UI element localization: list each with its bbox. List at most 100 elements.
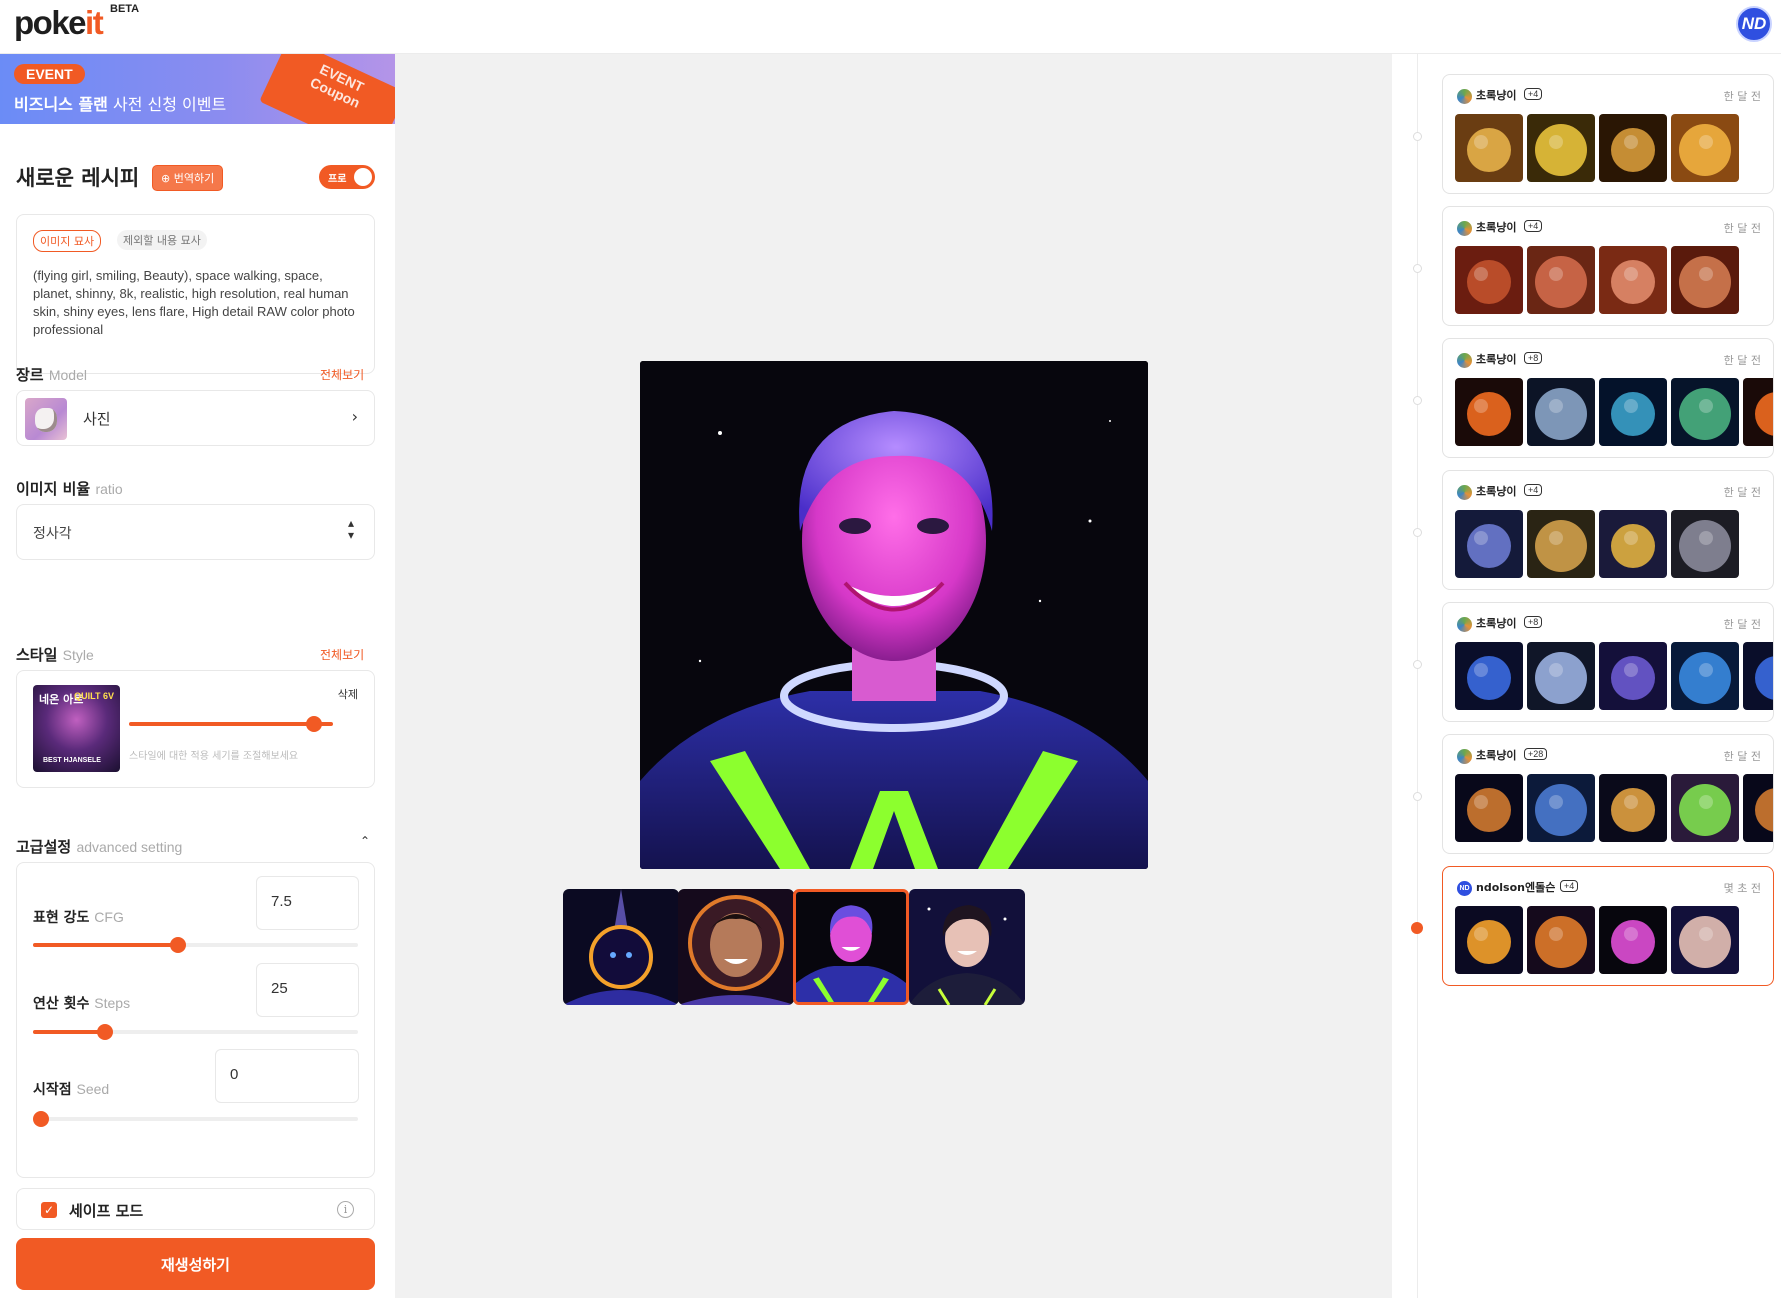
history-image-thumb[interactable] [1671, 510, 1739, 578]
style-strength-knob[interactable] [306, 716, 322, 732]
tab-image-description[interactable]: 이미지 묘사 [33, 230, 102, 252]
ratio-select[interactable]: 정사각 ▴ ▾ [16, 504, 375, 560]
history-image-thumb[interactable] [1599, 378, 1667, 446]
history-image-thumb[interactable] [1599, 642, 1667, 710]
history-card[interactable]: 초록냥이 +4 한 달 전 [1442, 206, 1774, 326]
chevron-updown-icon: ▴ ▾ [347, 516, 354, 542]
history-image-thumb[interactable] [1743, 642, 1773, 710]
safe-mode-checkbox[interactable]: ✓ [41, 1202, 57, 1218]
collapse-caret-icon[interactable]: ⌃ [360, 834, 370, 848]
style-hint: 스타일에 대한 적용 세기를 조절해보세요 [129, 751, 299, 762]
safe-mode-row: ✓ 세이프 모드 i [16, 1188, 375, 1230]
style-label: 스타일 Style [16, 646, 94, 664]
history-image-thumb[interactable] [1671, 642, 1739, 710]
pro-toggle-label: 프로 [328, 174, 347, 185]
seed-slider[interactable] [33, 1111, 358, 1127]
history-image-thumb[interactable] [1455, 378, 1523, 446]
variation-thumb[interactable] [563, 889, 679, 1005]
history-timestamp: 한 달 전 [1723, 618, 1761, 631]
history-image-thumb[interactable] [1599, 774, 1667, 842]
history-card[interactable]: 초록냥이 +4 한 달 전 [1442, 470, 1774, 590]
user-avatar-icon [1457, 485, 1472, 500]
steps-slider-knob[interactable] [97, 1024, 113, 1040]
regenerate-button[interactable]: 재생성하기 [16, 1238, 375, 1290]
pokeit-logo[interactable]: pokeit [14, 4, 104, 42]
prompt-textarea[interactable]: (flying girl, smiling, Beauty), space wa… [33, 267, 363, 339]
info-icon[interactable]: i [337, 1201, 354, 1218]
history-image-thumb[interactable] [1455, 510, 1523, 578]
history-image-thumb[interactable] [1527, 246, 1595, 314]
history-card[interactable]: 초록냥이 +8 한 달 전 [1442, 602, 1774, 722]
history-image-thumb[interactable] [1527, 378, 1595, 446]
steps-input[interactable]: 25 [256, 963, 359, 1017]
event-badge: EVENT [14, 64, 85, 84]
style-box: 네온 아트 QUILT 6V BEST HJANSELE 삭제 스타일에 대한 … [16, 670, 375, 788]
model-see-all-link[interactable]: 전체보기 [320, 366, 364, 383]
history-user-name: 초록냥이 [1476, 221, 1517, 234]
variation-thumb[interactable] [909, 889, 1025, 1005]
history-image-thumb[interactable] [1599, 246, 1667, 314]
translate-button[interactable]: ⊕ 번역하기 [152, 165, 224, 191]
history-user-name: 초록냥이 [1476, 749, 1517, 762]
history-image-thumb[interactable] [1671, 378, 1739, 446]
history-user-name: 초록냥이 [1476, 485, 1517, 498]
history-image-thumb[interactable] [1671, 906, 1739, 974]
model-select[interactable]: 사진 › [16, 390, 375, 446]
style-delete-button[interactable]: 삭제 [338, 686, 358, 702]
tab-negative-description[interactable]: 제외할 내용 묘사 [117, 230, 207, 250]
model-name: 사진 [83, 410, 111, 428]
history-image-thumb[interactable] [1455, 906, 1523, 974]
top-bar: pokeit BETA ND [0, 0, 1781, 54]
history-image-thumb[interactable] [1455, 642, 1523, 710]
history-image-thumb[interactable] [1455, 774, 1523, 842]
image-viewer [395, 54, 1392, 1298]
history-image-thumb[interactable] [1455, 246, 1523, 314]
style-thumb-corner: QUILT 6V [74, 691, 114, 701]
history-user-name: 초록냥이 [1476, 89, 1517, 102]
timeline-dot [1413, 792, 1422, 801]
history-image-thumb[interactable] [1527, 642, 1595, 710]
history-image-thumb[interactable] [1455, 114, 1523, 182]
history-card[interactable]: 초록냥이 +4 한 달 전 [1442, 74, 1774, 194]
cfg-slider-knob[interactable] [170, 937, 186, 953]
user-avatar-icon [1457, 89, 1472, 104]
history-card[interactable]: 초록냥이 +28 한 달 전 [1442, 734, 1774, 854]
timeline-dot [1413, 396, 1422, 405]
style-see-all-link[interactable]: 전체보기 [320, 646, 364, 663]
history-image-thumb[interactable] [1527, 114, 1595, 182]
style-strength-slider[interactable] [129, 722, 333, 726]
user-avatar[interactable]: ND [1736, 6, 1772, 42]
seed-label: 시작점 Seed [33, 1081, 110, 1098]
history-panel: 초록냥이 +4 한 달 전 초록냥이 +4 한 달 전 초록냥이 +8 한 달 전 초록냥이 +4 한… [1392, 54, 1781, 1298]
history-image-thumb[interactable] [1671, 246, 1739, 314]
variation-thumb-selected[interactable] [793, 889, 909, 1005]
seed-input[interactable]: 0 [215, 1049, 359, 1103]
seed-slider-knob[interactable] [33, 1111, 49, 1127]
timeline-dot [1413, 264, 1422, 273]
pro-toggle[interactable]: 프로 [319, 165, 375, 189]
style-thumbnail[interactable]: 네온 아트 QUILT 6V BEST HJANSELE [33, 685, 120, 772]
history-count-badge: +4 [1524, 220, 1543, 232]
history-count-badge: +4 [1560, 880, 1579, 892]
event-banner[interactable]: EVENT 비즈니스 플랜 사전 신청 이벤트 EVENT Coupon [0, 54, 395, 124]
cfg-input[interactable]: 7.5 [256, 876, 359, 930]
history-image-thumb[interactable] [1599, 906, 1667, 974]
history-image-thumb[interactable] [1671, 114, 1739, 182]
history-image-thumb[interactable] [1743, 774, 1773, 842]
chevron-right-icon: › [351, 407, 358, 426]
history-image-thumb[interactable] [1527, 774, 1595, 842]
cfg-slider[interactable] [33, 937, 358, 953]
history-image-thumb[interactable] [1599, 510, 1667, 578]
history-card[interactable]: ND ndolson엔돌슨 +4 몇 초 전 [1442, 866, 1774, 986]
variation-thumb[interactable] [678, 889, 794, 1005]
timeline-dot [1411, 922, 1423, 934]
history-image-thumb[interactable] [1599, 114, 1667, 182]
history-card[interactable]: 초록냥이 +8 한 달 전 [1442, 338, 1774, 458]
main-generated-image[interactable] [640, 361, 1148, 869]
history-image-thumb[interactable] [1527, 510, 1595, 578]
history-image-thumb[interactable] [1527, 906, 1595, 974]
history-image-thumb[interactable] [1743, 378, 1773, 446]
history-image-thumb[interactable] [1671, 774, 1739, 842]
user-avatar-icon [1457, 617, 1472, 632]
steps-slider[interactable] [33, 1024, 358, 1040]
